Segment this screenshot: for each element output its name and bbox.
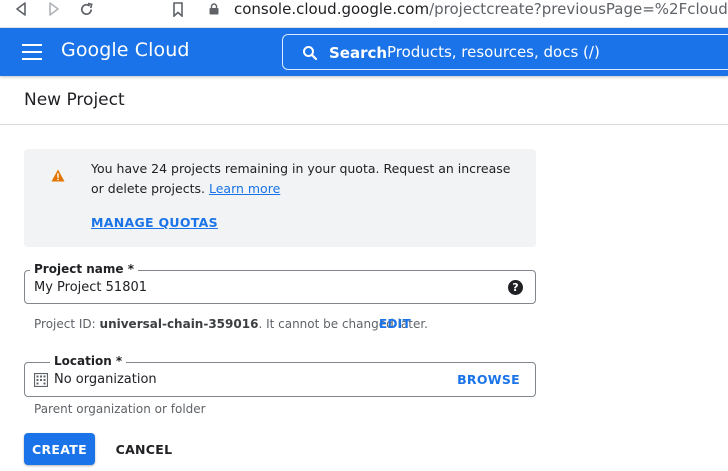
project-name-label: Project name * bbox=[30, 262, 138, 276]
project-name-field[interactable]: Project name * ? bbox=[24, 262, 536, 304]
cancel-button[interactable]: CANCEL bbox=[107, 433, 181, 465]
create-button[interactable]: CREATE bbox=[24, 433, 95, 465]
location-hint: Parent organization or folder bbox=[34, 402, 206, 416]
project-name-input[interactable] bbox=[34, 277, 494, 297]
building-icon bbox=[34, 373, 48, 387]
address-bar[interactable]: console.cloud.google.com/projectcreate?p… bbox=[234, 0, 728, 19]
search-label: Search bbox=[329, 44, 388, 62]
search-bar[interactable]: Search bbox=[282, 34, 728, 70]
quota-notice: You have 24 projects remaining in your q… bbox=[24, 149, 536, 247]
reload-icon[interactable] bbox=[75, 0, 97, 18]
warning-icon bbox=[51, 169, 65, 182]
forward-icon[interactable] bbox=[43, 0, 65, 18]
project-id-value: universal-chain-359016 bbox=[99, 317, 259, 331]
url-path: /projectcreate?previousPage=%2Fcloud-res… bbox=[429, 0, 728, 18]
quota-message-text: You have 24 projects remaining in your q… bbox=[91, 161, 511, 196]
quota-message: You have 24 projects remaining in your q… bbox=[91, 159, 521, 199]
browser-toolbar: console.cloud.google.com/projectcreate?p… bbox=[0, 0, 728, 28]
project-id-info: Project ID: universal-chain-359016. It c… bbox=[34, 317, 428, 331]
title-divider bbox=[0, 124, 728, 125]
project-id-prefix: Project ID: bbox=[34, 317, 96, 331]
brand-logo[interactable]: Google Cloud bbox=[61, 39, 190, 61]
search-icon bbox=[303, 46, 318, 61]
browse-button[interactable]: BROWSE bbox=[457, 372, 520, 387]
url-host: console.cloud.google.com bbox=[234, 0, 430, 18]
manage-quotas-link[interactable]: MANAGE QUOTAS bbox=[91, 215, 218, 230]
lock-icon bbox=[206, 0, 222, 18]
menu-icon[interactable] bbox=[22, 44, 42, 60]
edit-project-id-button[interactable]: EDIT bbox=[379, 317, 411, 331]
search-input[interactable] bbox=[387, 37, 727, 67]
bookmark-icon[interactable] bbox=[167, 0, 189, 18]
location-label: Location * bbox=[50, 354, 127, 368]
app-header: Google Cloud Search bbox=[0, 28, 728, 76]
location-field[interactable]: Location * No organization BROWSE bbox=[24, 354, 536, 397]
page-title: New Project bbox=[24, 90, 125, 110]
help-icon[interactable]: ? bbox=[508, 280, 523, 295]
location-value: No organization bbox=[54, 372, 157, 387]
learn-more-link[interactable]: Learn more bbox=[209, 181, 280, 196]
back-icon[interactable] bbox=[10, 0, 32, 18]
